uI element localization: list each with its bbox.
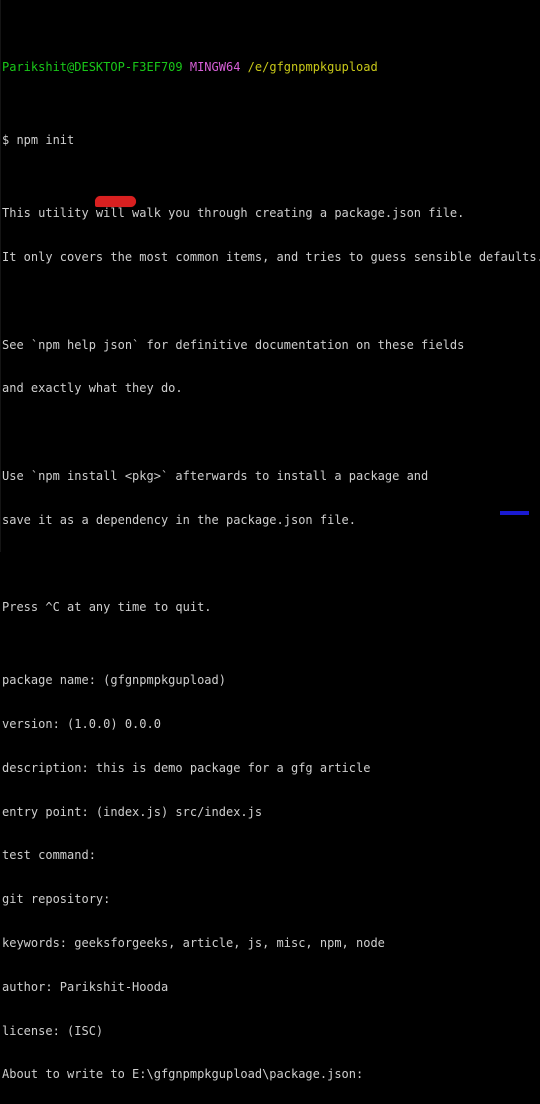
init-prompt-keywords[interactable]: keywords: geeksforgeeks, article, js, mi… xyxy=(2,936,540,951)
init-prompt-license[interactable]: license: (ISC) xyxy=(2,1024,540,1039)
command-line: $ npm init xyxy=(2,133,75,148)
output-line: It only covers the most common items, an… xyxy=(2,250,540,265)
about-to-write-line: About to write to E:\gfgnpmpkgupload\pac… xyxy=(2,1067,364,1082)
text-cursor-indicator xyxy=(500,511,529,515)
red-highlight-annotation xyxy=(95,196,136,207)
prompt-shell-label: MINGW64 xyxy=(189,60,241,75)
output-line: See `npm help json` for definitive docum… xyxy=(2,337,465,352)
output-line: This utility will walk you through creat… xyxy=(2,206,465,221)
terminal-window[interactable]: Parikshit@DESKTOP-F3EF709 MINGW64 /e/gfg… xyxy=(0,0,540,1081)
init-prompt-description[interactable]: description: this is demo package for a … xyxy=(2,761,540,776)
output-line: Use `npm install <pkg>` afterwards to in… xyxy=(2,469,429,483)
output-line: Press ^C at any time to quit. xyxy=(2,600,212,615)
prompt-space-2 xyxy=(240,60,247,74)
terminal-left-edge xyxy=(0,0,1,552)
init-prompt-entry-point[interactable]: entry point: (index.js) src/index.js xyxy=(2,805,540,820)
terminal-screen[interactable]: Parikshit@DESKTOP-F3EF709 MINGW64 /e/gfg… xyxy=(2,2,540,1104)
shell-prompt-line: Parikshit@DESKTOP-F3EF709 MINGW64 /e/gfg… xyxy=(2,60,540,75)
prompt-space-1 xyxy=(183,60,190,74)
init-prompt-package-name[interactable]: package name: (gfgnpmpkgupload) xyxy=(2,673,540,688)
init-prompt-version[interactable]: version: (1.0.0) 0.0.0 xyxy=(2,717,540,732)
prompt-path: /e/gfgnpmpkgupload xyxy=(247,60,378,75)
output-line: save it as a dependency in the package.j… xyxy=(2,512,357,527)
init-prompt-git-repository[interactable]: git repository: xyxy=(2,892,540,907)
init-prompt-author[interactable]: author: Parikshit-Hooda xyxy=(2,980,540,995)
init-prompt-test-command[interactable]: test command: xyxy=(2,848,540,863)
output-line: and exactly what they do. xyxy=(2,381,183,396)
prompt-user-host: Parikshit@DESKTOP-F3EF709 xyxy=(2,60,183,75)
